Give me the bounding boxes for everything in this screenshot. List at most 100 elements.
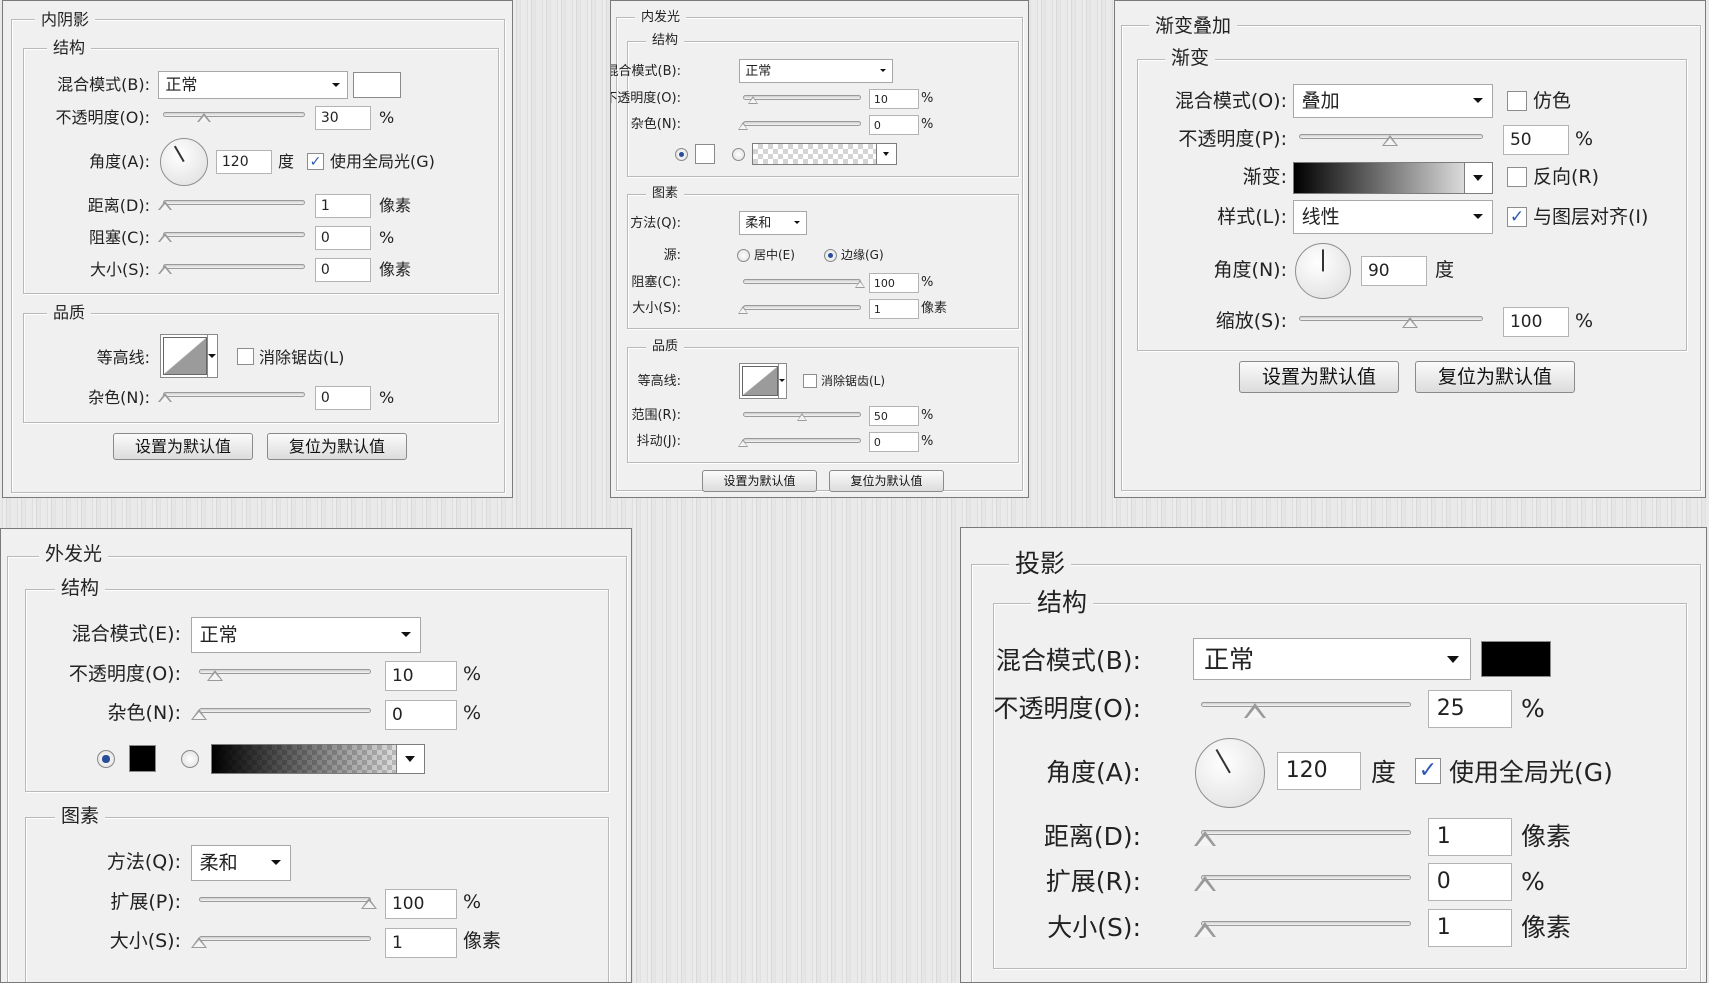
range-input[interactable]: 50 <box>869 406 919 426</box>
jitter-slider-thumb[interactable] <box>738 439 748 447</box>
size-slider[interactable] <box>199 936 371 941</box>
opacity-input[interactable]: 25 <box>1428 690 1512 728</box>
scale-slider-thumb[interactable] <box>1402 317 1418 328</box>
blend-mode-select[interactable]: 叠加 <box>1293 84 1493 118</box>
jitter-input[interactable]: 0 <box>869 432 919 452</box>
set-default-button[interactable]: 设置为默认值 <box>1239 361 1399 393</box>
contour-picker[interactable] <box>160 334 218 378</box>
size-slider[interactable] <box>1201 921 1411 926</box>
opacity-input[interactable]: 10 <box>385 661 457 691</box>
glow-color-swatch[interactable] <box>695 144 715 164</box>
blend-mode-select[interactable]: 正常 <box>739 59 893 83</box>
opacity-input[interactable]: 50 <box>1503 125 1569 155</box>
reset-default-button[interactable]: 复位为默认值 <box>1415 361 1575 393</box>
scale-slider[interactable] <box>1299 316 1483 321</box>
size-slider[interactable] <box>743 305 861 310</box>
spread-slider[interactable] <box>1201 875 1411 880</box>
distance-slider[interactable] <box>163 200 305 205</box>
angle-input[interactable]: 90 <box>1361 256 1427 286</box>
solid-color-radio[interactable] <box>675 148 688 161</box>
choke-input[interactable]: 0 <box>315 226 371 250</box>
noise-slider[interactable] <box>199 708 371 713</box>
angle-dial[interactable] <box>1295 243 1351 299</box>
gradient-radio[interactable] <box>732 148 745 161</box>
antialias-checkbox[interactable] <box>237 348 254 365</box>
size-slider-thumb[interactable] <box>738 306 748 314</box>
solid-color-radio[interactable] <box>97 750 115 768</box>
size-slider-thumb[interactable] <box>1194 922 1216 937</box>
source-edge-radio[interactable] <box>824 249 837 262</box>
opacity-slider-thumb[interactable] <box>207 670 223 681</box>
angle-dial[interactable] <box>1195 738 1265 808</box>
opacity-input[interactable]: 10 <box>869 89 919 109</box>
technique-select[interactable]: 柔和 <box>739 211 807 235</box>
size-input[interactable]: 1 <box>1428 909 1512 947</box>
distance-slider[interactable] <box>1201 830 1411 835</box>
opacity-slider-thumb[interactable] <box>197 113 211 122</box>
blend-mode-select[interactable]: 正常 <box>158 71 348 99</box>
noise-input[interactable]: 0 <box>315 386 371 410</box>
spread-slider[interactable] <box>199 897 371 902</box>
choke-slider-thumb[interactable] <box>855 280 865 288</box>
size-slider[interactable] <box>163 264 305 269</box>
opacity-slider[interactable] <box>1201 702 1411 707</box>
noise-slider[interactable] <box>743 121 861 126</box>
opacity-slider-thumb[interactable] <box>748 96 758 104</box>
choke-slider[interactable] <box>743 279 861 284</box>
reset-default-button[interactable]: 复位为默认值 <box>829 470 944 492</box>
angle-input[interactable]: 120 <box>216 150 272 174</box>
range-slider-thumb[interactable] <box>797 413 807 421</box>
glow-gradient-picker[interactable] <box>752 143 897 165</box>
shadow-color-swatch[interactable] <box>1481 641 1551 677</box>
distance-input[interactable]: 1 <box>315 194 371 218</box>
set-default-button[interactable]: 设置为默认值 <box>702 470 817 492</box>
size-input[interactable]: 1 <box>385 928 457 958</box>
source-center-radio[interactable] <box>737 249 750 262</box>
noise-input[interactable]: 0 <box>869 115 919 135</box>
global-light-checkbox[interactable]: ✓ <box>307 153 324 170</box>
align-layer-checkbox[interactable]: ✓ <box>1507 207 1527 227</box>
dither-checkbox[interactable] <box>1507 91 1527 111</box>
spread-slider-thumb[interactable] <box>1194 876 1216 891</box>
spread-input[interactable]: 0 <box>1428 863 1512 901</box>
style-select[interactable]: 线性 <box>1293 200 1493 234</box>
spread-slider-thumb[interactable] <box>361 898 377 909</box>
glow-color-swatch[interactable] <box>129 745 156 772</box>
distance-slider-thumb[interactable] <box>158 201 172 210</box>
antialias-checkbox[interactable] <box>803 374 817 388</box>
gradient-radio[interactable] <box>181 750 199 768</box>
gradient-picker[interactable] <box>1293 162 1493 194</box>
distance-input[interactable]: 1 <box>1428 818 1512 856</box>
choke-input[interactable]: 100 <box>869 273 919 293</box>
blend-mode-select[interactable]: 正常 <box>191 617 421 653</box>
size-slider-thumb[interactable] <box>191 937 207 948</box>
angle-input[interactable]: 120 <box>1277 752 1361 790</box>
global-light-checkbox[interactable]: ✓ <box>1415 758 1441 784</box>
technique-select[interactable]: 柔和 <box>191 845 291 881</box>
opacity-slider[interactable] <box>199 669 371 674</box>
opacity-slider[interactable] <box>163 112 305 117</box>
glow-gradient-picker[interactable] <box>211 744 425 774</box>
choke-slider-thumb[interactable] <box>158 233 172 242</box>
reverse-checkbox[interactable] <box>1507 167 1527 187</box>
reset-default-button[interactable]: 复位为默认值 <box>267 433 407 460</box>
noise-input[interactable]: 0 <box>385 700 457 730</box>
noise-slider-thumb[interactable] <box>158 393 172 402</box>
distance-slider-thumb[interactable] <box>1194 831 1216 846</box>
noise-slider-thumb[interactable] <box>191 709 207 720</box>
blend-mode-select[interactable]: 正常 <box>1193 638 1471 680</box>
contour-picker[interactable] <box>739 363 787 399</box>
opacity-slider-thumb[interactable] <box>1244 703 1266 718</box>
noise-slider-thumb[interactable] <box>738 122 748 130</box>
jitter-slider[interactable] <box>743 438 861 443</box>
opacity-slider[interactable] <box>743 95 861 100</box>
set-default-button[interactable]: 设置为默认值 <box>113 433 253 460</box>
size-input[interactable]: 0 <box>315 258 371 282</box>
opacity-input[interactable]: 30 <box>315 106 371 130</box>
spread-input[interactable]: 100 <box>385 889 457 919</box>
scale-input[interactable]: 100 <box>1503 307 1569 337</box>
size-slider-thumb[interactable] <box>158 265 172 274</box>
angle-dial[interactable] <box>160 138 208 186</box>
shadow-color-swatch[interactable] <box>353 72 401 98</box>
size-input[interactable]: 1 <box>869 299 919 319</box>
